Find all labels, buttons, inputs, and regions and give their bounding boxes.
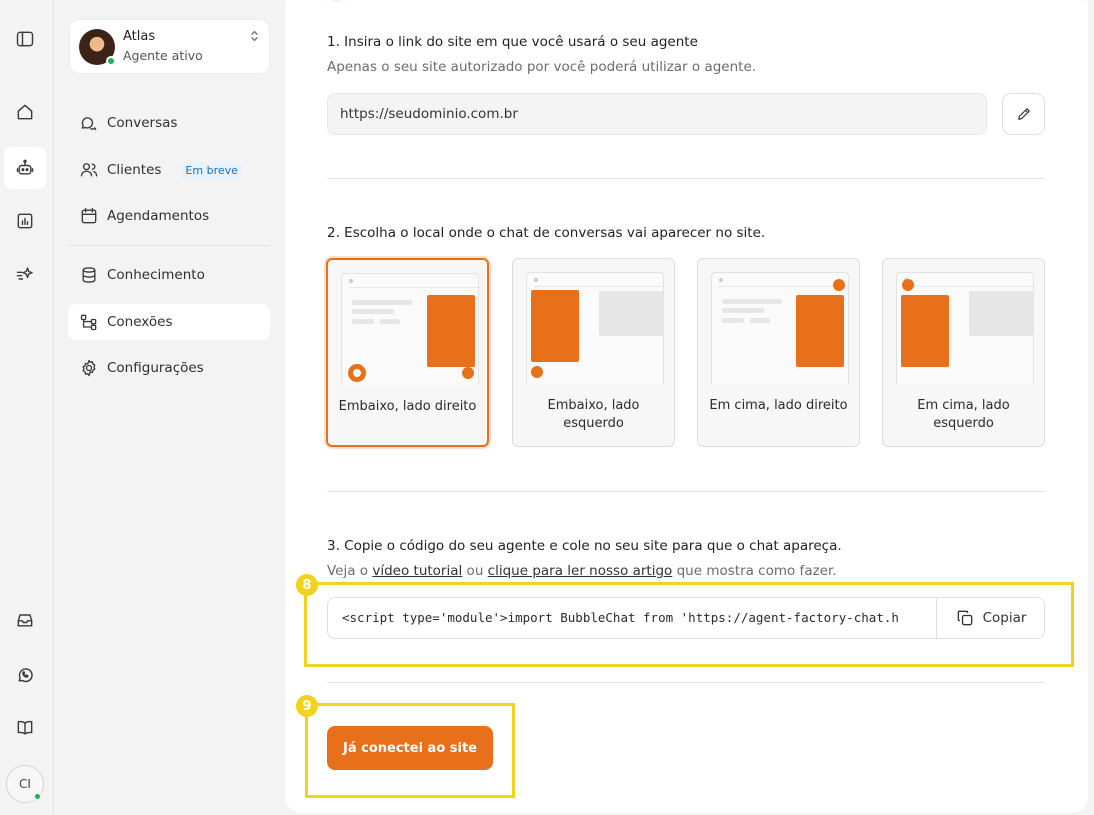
database-icon <box>82 267 96 283</box>
nav-item-conversas[interactable]: Conversas <box>68 105 270 141</box>
read-article-link[interactable]: clique para ler nosso artigo <box>488 563 673 579</box>
step3-sub-suffix: que mostra como fazer. <box>672 563 837 579</box>
annotation-number-9: 9 <box>296 695 318 717</box>
connection-setup-panel: 1. Insira o link do site em que você usa… <box>285 0 1088 813</box>
nav-label-agendamentos: Agendamentos <box>107 208 210 224</box>
step3-title: 3. Copie o código do seu agente e cole n… <box>327 538 842 554</box>
position-preview <box>341 273 479 385</box>
section-divider <box>327 682 1045 683</box>
nav-divider <box>68 245 270 246</box>
icon-rail: CI <box>0 0 54 815</box>
inbox-icon[interactable] <box>4 599 46 641</box>
chat-bubbles-icon <box>81 117 97 131</box>
nav-item-configuracoes[interactable]: Configurações <box>68 350 270 386</box>
edit-url-button[interactable] <box>1002 93 1045 135</box>
user-avatar[interactable]: CI <box>6 765 44 803</box>
video-tutorial-link[interactable]: vídeo tutorial <box>372 563 462 579</box>
pencil-icon <box>1017 108 1030 120</box>
annotation-highlight-code <box>304 582 1074 667</box>
section-divider <box>327 491 1045 492</box>
agent-robot-icon[interactable] <box>4 147 46 189</box>
step1-subtitle: Apenas o seu site autorizado por você po… <box>327 59 757 75</box>
home-icon[interactable] <box>4 91 46 133</box>
agent-online-dot <box>106 56 116 66</box>
position-option-top-left[interactable]: Em cima, lado esquerdo <box>882 258 1045 447</box>
position-option-top-right[interactable]: Em cima, lado direito <box>697 258 860 447</box>
step3-subtitle: Veja o vídeo tutorial ou clique para ler… <box>327 563 837 579</box>
site-url-input[interactable] <box>327 93 987 135</box>
nav-item-agendamentos[interactable]: Agendamentos <box>68 198 270 234</box>
nav-label-conexoes: Conexões <box>107 314 173 330</box>
nav-label-configuracoes: Configurações <box>107 360 204 376</box>
sidebar-toggle-icon[interactable] <box>4 18 46 60</box>
docs-book-icon[interactable] <box>4 707 46 749</box>
nav-label-conversas: Conversas <box>107 115 178 131</box>
agent-avatar <box>79 29 116 66</box>
coming-soon-badge: Em breve <box>181 161 242 179</box>
reports-chart-icon[interactable] <box>4 200 46 242</box>
position-preview <box>896 272 1034 384</box>
calendar-icon <box>81 207 97 224</box>
step2-title: 2. Escolha o local onde o chat de conver… <box>327 225 766 241</box>
users-icon <box>80 163 98 177</box>
whatsapp-icon[interactable] <box>4 654 46 696</box>
position-preview <box>526 272 664 384</box>
automation-sparkle-icon[interactable] <box>4 253 46 295</box>
agent-name: Atlas <box>123 29 156 44</box>
annotation-number-8: 8 <box>296 574 318 596</box>
position-option-bottom-right[interactable]: Embaixo, lado direito <box>326 258 489 447</box>
user-initials: CI <box>19 777 31 791</box>
step-indicator <box>329 0 343 2</box>
position-label: Embaixo, lado direito <box>338 399 477 414</box>
annotation-highlight-cta <box>305 703 515 798</box>
position-option-bottom-left[interactable]: Embaixo, lado esquerdo <box>512 258 675 447</box>
step3-sub-prefix: Veja o <box>327 563 373 579</box>
section-divider <box>327 178 1045 179</box>
gear-icon <box>82 359 96 377</box>
position-label: Em cima, lado direito <box>709 398 848 413</box>
position-preview <box>711 272 849 384</box>
nav-label-conhecimento: Conhecimento <box>107 267 205 283</box>
sidebar: Atlas Agente ativo Conversas Clientes Em… <box>55 0 284 815</box>
nav-item-conexoes[interactable]: Conexões <box>68 304 270 340</box>
chevron-up-down-icon[interactable] <box>250 29 259 45</box>
nav-item-clientes[interactable]: Clientes Em breve <box>68 152 270 188</box>
agent-status: Agente ativo <box>123 48 203 63</box>
position-label: Em cima, lado esquerdo <box>917 398 1010 431</box>
online-status-dot <box>33 792 42 801</box>
agent-selector[interactable]: Atlas Agente ativo <box>69 19 270 74</box>
nav-label-clientes: Clientes <box>107 162 162 178</box>
step3-sub-mid: ou <box>462 563 488 579</box>
nav-item-conhecimento[interactable]: Conhecimento <box>68 257 270 293</box>
connections-icon <box>80 314 97 331</box>
position-label: Embaixo, lado esquerdo <box>547 398 640 431</box>
step1-title: 1. Insira o link do site em que você usa… <box>327 34 698 50</box>
